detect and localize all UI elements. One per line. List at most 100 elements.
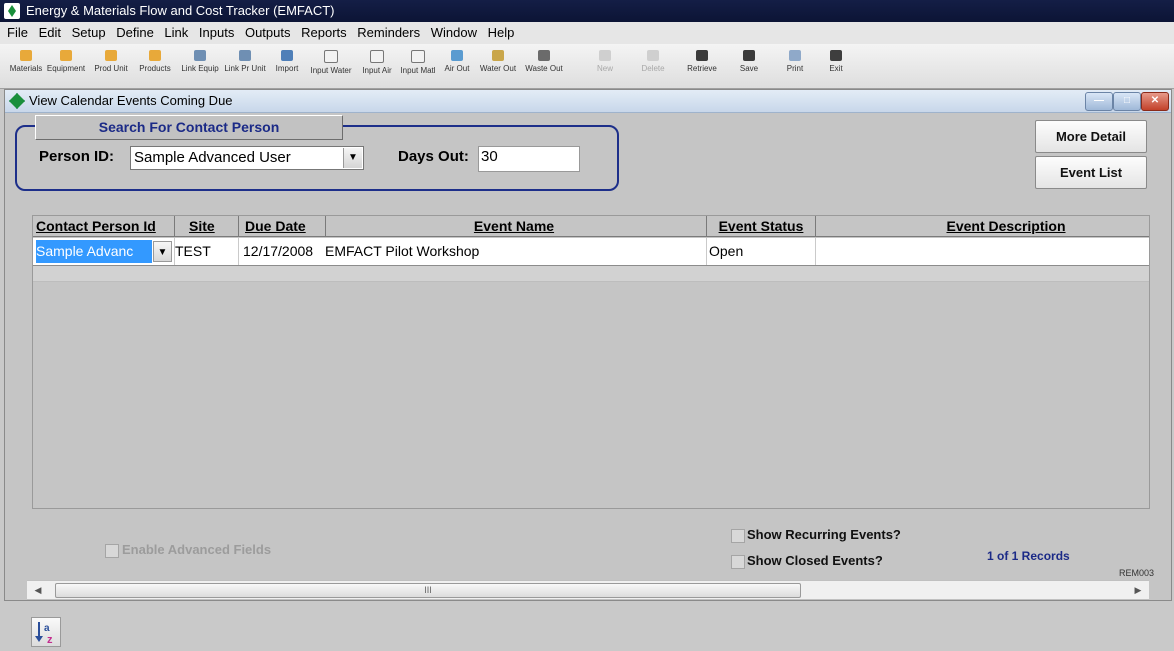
cell-due-date[interactable]: 12/17/2008 <box>243 238 325 265</box>
scroll-right-icon[interactable]: ▶ <box>1129 581 1147 599</box>
page-icon <box>324 50 338 63</box>
col-header-contact[interactable]: Contact Person Id <box>36 216 172 236</box>
app-logo-icon <box>4 3 20 19</box>
close-button[interactable]: ✕ <box>1141 92 1169 111</box>
events-table: Contact Person Id Site Due Date Event Na… <box>32 215 1150 509</box>
enable-advanced-label: Enable Advanced Fields <box>122 542 272 557</box>
toolbar-water-out-button[interactable]: Water Out <box>472 48 524 84</box>
table-row[interactable]: Sample Advanc ▼ TEST 12/17/2008 EMFACT P… <box>33 238 1149 266</box>
folder-icon <box>60 50 72 61</box>
toolbar-save-button[interactable]: Save <box>723 48 775 84</box>
scrollbar-thumb[interactable]: III <box>55 583 801 598</box>
menu-edit[interactable]: Edit <box>39 22 61 44</box>
toolbar-waste-out-button[interactable]: Waste Out <box>518 48 570 84</box>
new-record-row[interactable] <box>33 266 1149 282</box>
toolbar: Materials Equipment Prod Unit Products L… <box>0 44 1174 89</box>
menu-window[interactable]: Window <box>431 22 477 44</box>
search-contact-heading: Search For Contact Person <box>35 115 343 140</box>
menu-define[interactable]: Define <box>116 22 154 44</box>
window-icon <box>239 50 251 61</box>
row-divider <box>706 238 707 265</box>
disk-icon <box>743 50 755 61</box>
row-divider <box>238 238 239 265</box>
import-icon <box>281 50 293 61</box>
col-header-event-status[interactable]: Event Status <box>707 216 815 236</box>
row-divider <box>815 238 816 265</box>
record-count: 1 of 1 Records <box>987 549 1070 563</box>
window-logo-icon <box>9 93 25 109</box>
chevron-down-icon[interactable]: ▼ <box>343 148 362 168</box>
scroll-left-icon[interactable]: ◀ <box>29 581 47 599</box>
cell-site[interactable]: TEST <box>175 238 237 265</box>
svg-text:z: z <box>47 634 53 646</box>
svg-text:a: a <box>44 623 50 634</box>
folder-icon <box>20 50 32 61</box>
cell-event-name[interactable]: EMFACT Pilot Workshop <box>325 238 705 265</box>
menu-outputs[interactable]: Outputs <box>245 22 291 44</box>
page-icon <box>411 50 425 63</box>
show-closed-checkbox[interactable] <box>731 555 745 569</box>
contact-value: Sample Advanc <box>36 243 134 259</box>
col-header-event-name[interactable]: Event Name <box>323 216 705 236</box>
menu-inputs[interactable]: Inputs <box>199 22 234 44</box>
toolbar-retrieve-button[interactable]: Retrieve <box>676 48 728 84</box>
exit-icon <box>830 50 842 61</box>
app-title: Energy & Materials Flow and Cost Tracker… <box>26 3 335 18</box>
col-header-event-description[interactable]: Event Description <box>816 216 1149 236</box>
delete-icon <box>647 50 659 61</box>
disk-icon <box>696 50 708 61</box>
truck-icon <box>538 50 550 61</box>
restore-button[interactable]: □ <box>1113 92 1141 111</box>
more-detail-button[interactable]: More Detail <box>1035 120 1147 153</box>
menu-file[interactable]: File <box>7 22 28 44</box>
person-id-dropdown[interactable]: Sample Advanced User ▼ <box>130 146 364 170</box>
toolbar-new-button[interactable]: New <box>579 48 631 84</box>
window-title: View Calendar Events Coming Due <box>29 93 233 108</box>
column-divider[interactable] <box>174 216 175 236</box>
sort-az-icon[interactable]: a z <box>31 617 61 647</box>
toolbar-delete-button[interactable]: Delete <box>627 48 679 84</box>
horizontal-scrollbar[interactable]: ◀ III ▶ <box>27 580 1149 600</box>
menu-reminders[interactable]: Reminders <box>357 22 420 44</box>
new-icon <box>599 50 611 61</box>
window-icon <box>194 50 206 61</box>
chevron-down-icon: ▼ <box>157 247 168 258</box>
minimize-button[interactable]: — <box>1085 92 1113 111</box>
cell-event-status[interactable]: Open <box>709 238 813 265</box>
days-out-field[interactable]: 30 <box>478 146 580 172</box>
col-header-site[interactable]: Site <box>189 216 229 236</box>
sort-az-glyph: a z <box>35 622 53 646</box>
calendar-events-window: View Calendar Events Coming Due — □ ✕ Se… <box>4 89 1172 647</box>
toolbar-input-water-button[interactable]: Input Water <box>305 48 357 84</box>
close-icon: ✕ <box>1150 95 1160 106</box>
toolbar-exit-button[interactable]: Exit <box>810 48 862 84</box>
menu-reports[interactable]: Reports <box>301 22 347 44</box>
enable-advanced-checkbox[interactable] <box>105 544 119 558</box>
event-list-button[interactable]: Event List <box>1035 156 1147 189</box>
person-id-label: Person ID: <box>39 148 115 165</box>
column-divider[interactable] <box>238 216 239 236</box>
window-title-bar: View Calendar Events Coming Due — □ ✕ <box>5 90 1171 113</box>
menu-setup[interactable]: Setup <box>72 22 106 44</box>
cell-contact[interactable]: Sample Advanc <box>36 240 152 263</box>
folder-icon <box>149 50 161 61</box>
col-header-due-date[interactable]: Due Date <box>245 216 325 236</box>
printer-icon <box>789 50 801 61</box>
contact-dropdown-button[interactable]: ▼ <box>153 241 172 262</box>
minimize-icon: — <box>1094 95 1104 106</box>
app-title-bar: Energy & Materials Flow and Cost Tracker… <box>0 0 1174 22</box>
folder-icon <box>105 50 117 61</box>
table-header: Contact Person Id Site Due Date Event Na… <box>33 216 1149 237</box>
menu-bar: File Edit Setup Define Link Inputs Outpu… <box>0 22 1174 45</box>
cell-event-description[interactable] <box>819 238 1147 265</box>
show-recurring-checkbox[interactable] <box>731 529 745 543</box>
form-code: REM003 <box>1119 568 1155 578</box>
menu-link[interactable]: Link <box>164 22 188 44</box>
menu-help[interactable]: Help <box>488 22 515 44</box>
bin-icon <box>492 50 504 61</box>
show-closed-label: Show Closed Events? <box>747 553 883 568</box>
page-icon <box>370 50 384 63</box>
days-out-label: Days Out: <box>398 148 469 165</box>
show-recurring-label: Show Recurring Events? <box>747 527 901 542</box>
restore-icon: □ <box>1123 95 1131 106</box>
